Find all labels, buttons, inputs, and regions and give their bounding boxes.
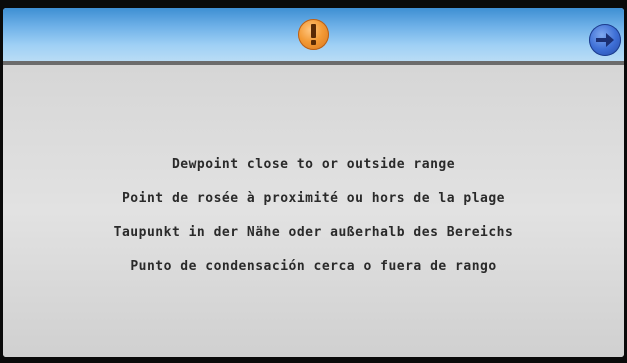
arrow-right-icon xyxy=(596,33,614,47)
warning-icon xyxy=(298,19,329,50)
touch-screen: Dewpoint close to or outside range Point… xyxy=(3,8,624,357)
message-line-english: Dewpoint close to or outside range xyxy=(171,157,456,172)
message-line-spanish: Punto de condensación cerca o fuera de r… xyxy=(130,259,497,274)
device-frame: Dewpoint close to or outside range Point… xyxy=(0,0,627,363)
message-line-german: Taupunkt in der Nähe oder außerhalb des … xyxy=(113,225,514,240)
message-line-french: Point de rosée à proximité ou hors de la… xyxy=(121,191,506,206)
warning-icon-dot xyxy=(311,40,316,45)
message-list: Dewpoint close to or outside range Point… xyxy=(3,148,624,284)
header-bar xyxy=(3,8,624,61)
next-button[interactable] xyxy=(589,24,621,56)
warning-icon-bar xyxy=(311,24,316,38)
